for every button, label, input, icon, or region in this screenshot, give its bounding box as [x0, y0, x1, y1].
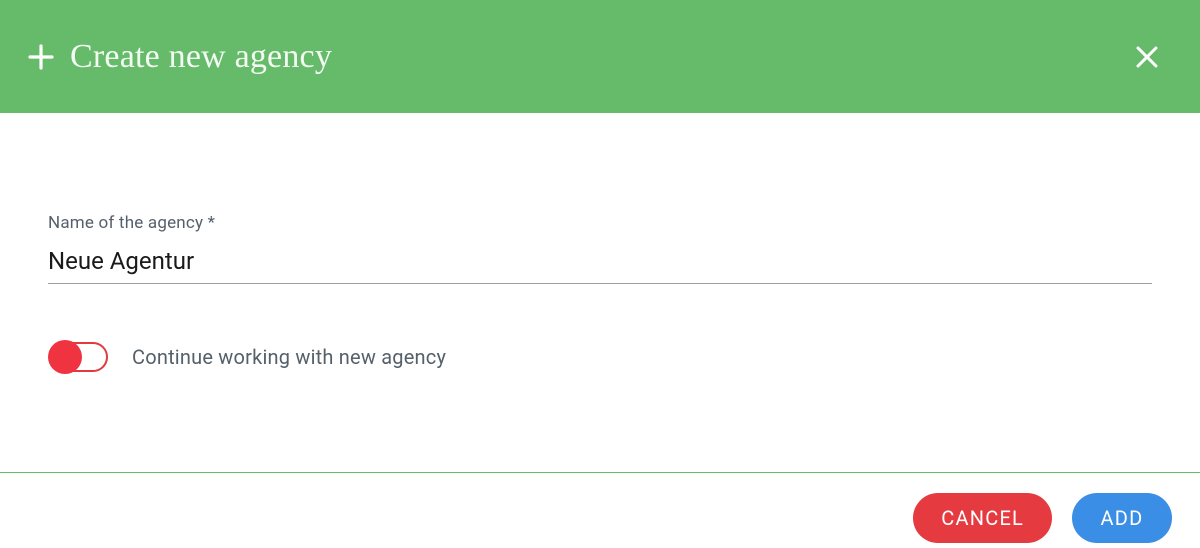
- add-button[interactable]: ADD: [1072, 493, 1172, 543]
- agency-name-label: Name of the agency *: [48, 213, 1152, 233]
- close-icon[interactable]: [1134, 44, 1160, 70]
- dialog-header: Create new agency: [0, 0, 1200, 113]
- continue-toggle[interactable]: [48, 340, 110, 374]
- cancel-button[interactable]: CANCEL: [913, 493, 1052, 543]
- continue-toggle-label: Continue working with new agency: [132, 345, 446, 369]
- agency-name-input[interactable]: [48, 243, 1152, 284]
- header-left: Create new agency: [26, 38, 332, 76]
- dialog-body: Name of the agency * Continue working wi…: [0, 113, 1200, 374]
- continue-toggle-row: Continue working with new agency: [48, 340, 1152, 374]
- dialog-footer: CANCEL ADD: [0, 473, 1200, 543]
- plus-icon: [26, 42, 56, 72]
- dialog-title: Create new agency: [70, 38, 332, 76]
- toggle-thumb: [48, 340, 82, 374]
